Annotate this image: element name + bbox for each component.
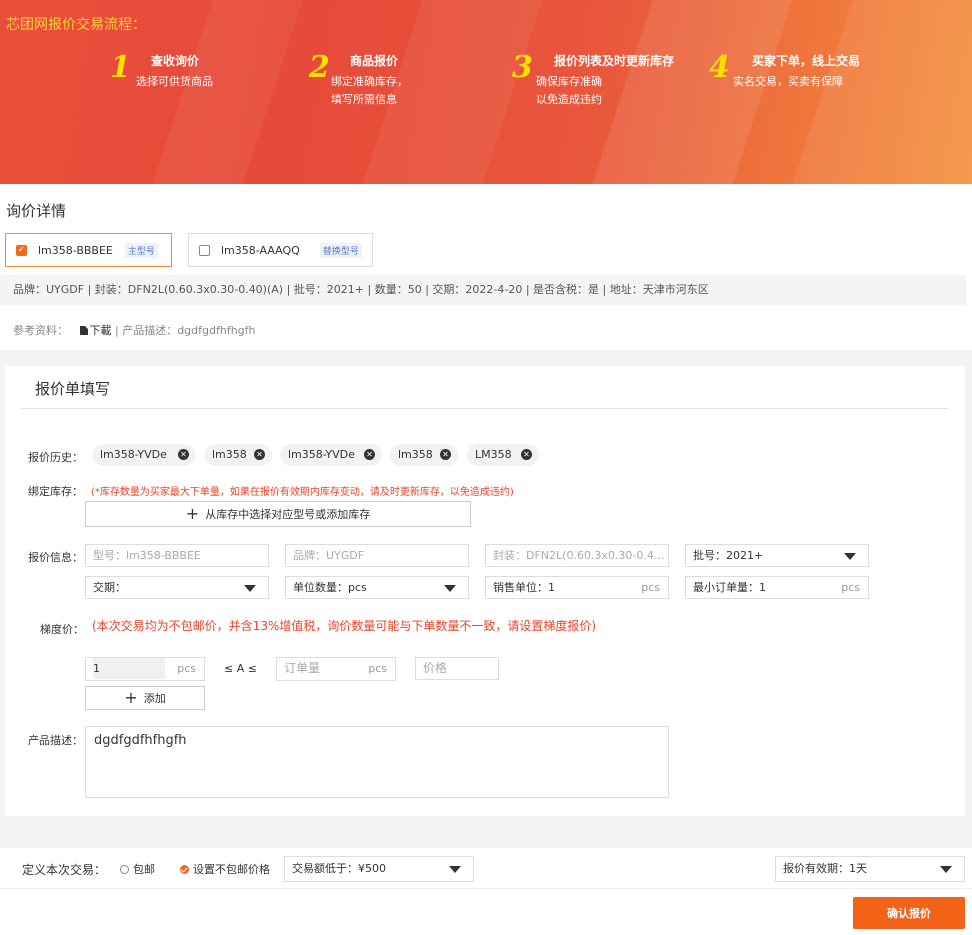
brand-input[interactable]: 品牌：UYGDF [285,544,469,567]
history-chip[interactable]: lm358 ✕ [390,444,458,466]
add-tier-button[interactable]: + 添加 [85,686,205,710]
model-option-main[interactable]: ✓ lm358-BBBEE 主型号 [5,233,172,267]
step-desc: 填写所需信息 [331,93,397,106]
radio-icon[interactable] [120,865,129,874]
step-desc: 确保库存准确 [536,75,602,88]
remove-icon[interactable]: ✕ [254,449,265,460]
reference-label: 参考资料： [13,324,68,337]
min-order-input[interactable]: 最小订单量：1 pcs [685,576,869,599]
step-title: 商品报价 [350,54,399,68]
step-desc: 选择可供货商品 [136,75,213,88]
step-3: 3 报价列表及时更新库存 确保库存准确 以免造成违约 [512,46,712,106]
plus-icon: + [185,504,200,523]
model-name: lm358-BBBEE [38,243,113,257]
model-input[interactable]: 型号：lm358-BBBEE [85,544,269,567]
remove-icon[interactable]: ✕ [521,449,532,460]
tier-min-input[interactable]: 1 pcs [85,657,205,681]
step-title: 买家下单，线上交易 [752,54,861,68]
stock-warning: (*库存数量为买家最大下单量，如果在报价有效期内库存变动，请及时更新库存，以免造… [91,487,514,498]
process-banner: 芯团网报价交易流程： 1 查收询价 选择可供货商品 2 商品报价 绑定准确库存，… [0,0,972,184]
step-desc: 绑定准确库存， [331,75,408,88]
dropdown-arrow-icon [940,866,952,873]
history-chip[interactable]: lm358-YVDe ✕ [280,444,382,466]
tier-warning: (本次交易均为不包邮价，并含13%增值税，询价数量可能与下单数量不一致，请设置梯… [92,619,597,633]
product-desc-textarea[interactable]: dgdfgdfhfhgfh [85,726,669,798]
option-free-shipping[interactable]: 包邮 [120,861,155,877]
download-link[interactable]: 下載 [72,324,116,337]
step-1: 1 查收询价 选择可供货商品 [110,46,290,106]
model-tag: 主型号 [124,242,158,258]
dropdown-arrow-icon [844,553,856,560]
divider [0,888,972,889]
section-title: 询价详情 [6,202,67,220]
step-number: 2 [309,50,330,85]
file-icon [79,326,88,335]
dropdown-arrow-icon [244,585,256,592]
history-chip[interactable]: lm358-YVDe ✕ [92,444,196,466]
checkbox-checked-icon[interactable]: ✓ [16,244,27,256]
define-label: 定义本次交易： [22,863,107,877]
batch-select[interactable]: 批号：2021+ [685,544,869,567]
stock-label: 绑定库存： [28,485,83,498]
select-stock-button[interactable]: + 从库存中选择对应型号或添加库存 [85,501,471,527]
remove-icon[interactable]: ✕ [178,449,189,460]
step-title: 查收询价 [151,54,200,68]
dropdown-arrow-icon [449,866,461,873]
dropdown-arrow-icon [444,585,456,592]
price-input[interactable]: 价格 [415,657,499,680]
quote-form: 报价单填写 报价历史： lm358-YVDe ✕ lm358 ✕ lm358-YVD… [5,366,965,816]
banner-title: 芯团网报价交易流程： [6,17,146,33]
amount-select[interactable]: 交易额低于：¥500 [284,856,474,882]
history-chip[interactable]: LM358 ✕ [467,444,539,466]
radio-checked-icon[interactable] [180,865,189,874]
form-title: 报价单填写 [35,380,111,398]
step-4: 4 买家下单，线上交易 实名交易，买卖有保障 [709,46,909,106]
sale-unit-input[interactable]: 销售单位：1 pcs [485,576,669,599]
product-desc-label: 产品描述： [28,734,83,747]
step-title: 报价列表及时更新库存 [554,54,675,68]
history-label: 报价历史： [28,451,83,464]
tier-max-input[interactable]: 订单量 pcs [276,657,396,681]
product-info-bar: 品牌：UYGDF | 封装：DFN2L(0.60.3x0.30-0.40)(A)… [0,275,966,305]
delivery-select[interactable]: 交期： [85,576,269,599]
validity-select[interactable]: 报价有效期：1天 [775,856,965,882]
model-name: lm358-AAAQQ [221,243,300,257]
plus-icon: + [124,688,138,707]
remove-icon[interactable]: ✕ [364,449,375,460]
quote-info-label: 报价信息： [28,551,83,564]
model-tag: 替换型号 [319,242,362,258]
reference-row: 参考资料： 下載 | 产品描述：dgdfgdfhfhgfh [13,322,256,338]
inquiry-detail: 询价详情 ✓ lm358-BBBEE 主型号 lm358-AAAQQ 替换型号 … [0,184,972,350]
step-desc: 以免造成违约 [536,93,602,106]
option-nonfree-shipping[interactable]: 设置不包邮价格 [180,861,270,877]
model-option-alternate[interactable]: lm358-AAAQQ 替换型号 [188,233,373,267]
unit-qty-select[interactable]: 单位数量：pcs [285,576,469,599]
step-number: 1 [110,50,131,85]
step-number: 4 [709,50,730,85]
product-desc-inline: | 产品描述：dgdfgdfhfhgfh [115,324,256,337]
confirm-quote-button[interactable]: 确认报价 [853,897,965,929]
history-chip[interactable]: lm358 ✕ [204,444,272,466]
tier-label: 梯度价： [40,623,84,636]
package-input[interactable]: 封装：DFN2L(0.60.3x0.30-0.4... [485,544,669,567]
tier-operator: ≤ A ≤ [224,662,257,675]
checkbox-icon[interactable] [199,244,210,256]
step-desc: 实名交易，买卖有保障 [733,75,843,88]
step-number: 3 [512,50,533,85]
divider [21,408,949,409]
step-2: 2 商品报价 绑定准确库存， 填写所需信息 [309,46,489,106]
remove-icon[interactable]: ✕ [440,449,451,460]
bottom-bar: 定义本次交易： 包邮 设置不包邮价格 交易额低于：¥500 报价有效期：1天 确… [0,848,972,935]
